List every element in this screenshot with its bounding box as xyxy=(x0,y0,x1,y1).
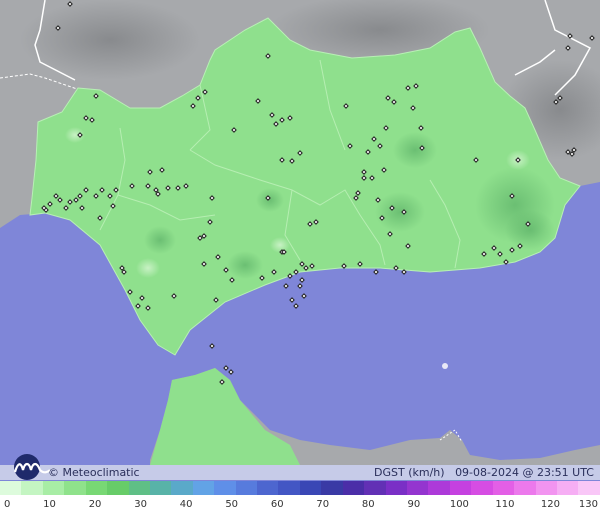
legend-swatch xyxy=(85,481,108,495)
legend-swatch xyxy=(42,481,65,495)
legend-tick-label: 100 xyxy=(449,499,469,510)
legend-swatch xyxy=(192,481,215,495)
legend-swatch xyxy=(407,481,429,495)
legend-swatch xyxy=(64,481,86,495)
alboran-island xyxy=(442,363,448,369)
brand-text: © Meteoclimatic xyxy=(48,466,140,479)
legend-swatch xyxy=(514,481,536,495)
brand xyxy=(6,448,50,480)
legend-tick-label: 20 xyxy=(88,499,102,510)
legend-tick-label: 130 xyxy=(578,499,598,510)
legend-tick-label: 50 xyxy=(225,499,239,510)
legend-swatch xyxy=(364,481,386,495)
legend-tick-label: 120 xyxy=(540,499,560,510)
legend-swatch xyxy=(257,481,279,495)
legend-tick-label: 70 xyxy=(316,499,330,510)
legend-swatch xyxy=(0,481,22,495)
legend-tick-label: 80 xyxy=(361,499,375,510)
legend-swatch xyxy=(428,481,450,495)
legend-swatch xyxy=(128,481,150,495)
legend-swatch xyxy=(235,481,258,495)
legend-tick-label: 90 xyxy=(407,499,421,510)
meteoclimatic-logo-icon xyxy=(13,454,50,480)
legend-tick-label: 0 xyxy=(4,499,11,510)
legend: 0 10 20 30 40 50 60 70 80 90 100 110 120 130 xyxy=(0,481,600,517)
legend-swatch xyxy=(321,481,343,495)
legend-swatch xyxy=(578,481,600,495)
legend-swatch xyxy=(556,481,579,495)
legend-tick-label: 60 xyxy=(270,499,284,510)
timestamp: 09-08-2024 @ 23:51 UTC xyxy=(455,466,594,479)
legend-swatch xyxy=(278,481,300,495)
legend-swatch xyxy=(107,481,129,495)
legend-swatch xyxy=(385,481,408,495)
legend-swatch xyxy=(214,481,236,495)
legend-swatch xyxy=(342,481,365,495)
legend-tick-label: 40 xyxy=(179,499,193,510)
legend-swatch xyxy=(535,481,557,495)
variable-label: DGST (km/h) xyxy=(374,466,445,479)
wind-gust-map xyxy=(0,0,600,517)
legend-tick-label: 110 xyxy=(495,499,515,510)
legend-swatch xyxy=(449,481,472,495)
legend-swatch xyxy=(149,481,172,495)
legend-swatch xyxy=(471,481,493,495)
legend-swatch xyxy=(492,481,515,495)
legend-swatch xyxy=(171,481,193,495)
legend-swatch xyxy=(21,481,43,495)
legend-tick-label: 10 xyxy=(43,499,56,510)
map-info: DGST (km/h) 09-08-2024 @ 23:51 UTC xyxy=(374,466,594,479)
legend-tick-label: 30 xyxy=(134,499,147,510)
legend-swatch xyxy=(299,481,322,495)
legend-color-bar xyxy=(0,481,600,495)
